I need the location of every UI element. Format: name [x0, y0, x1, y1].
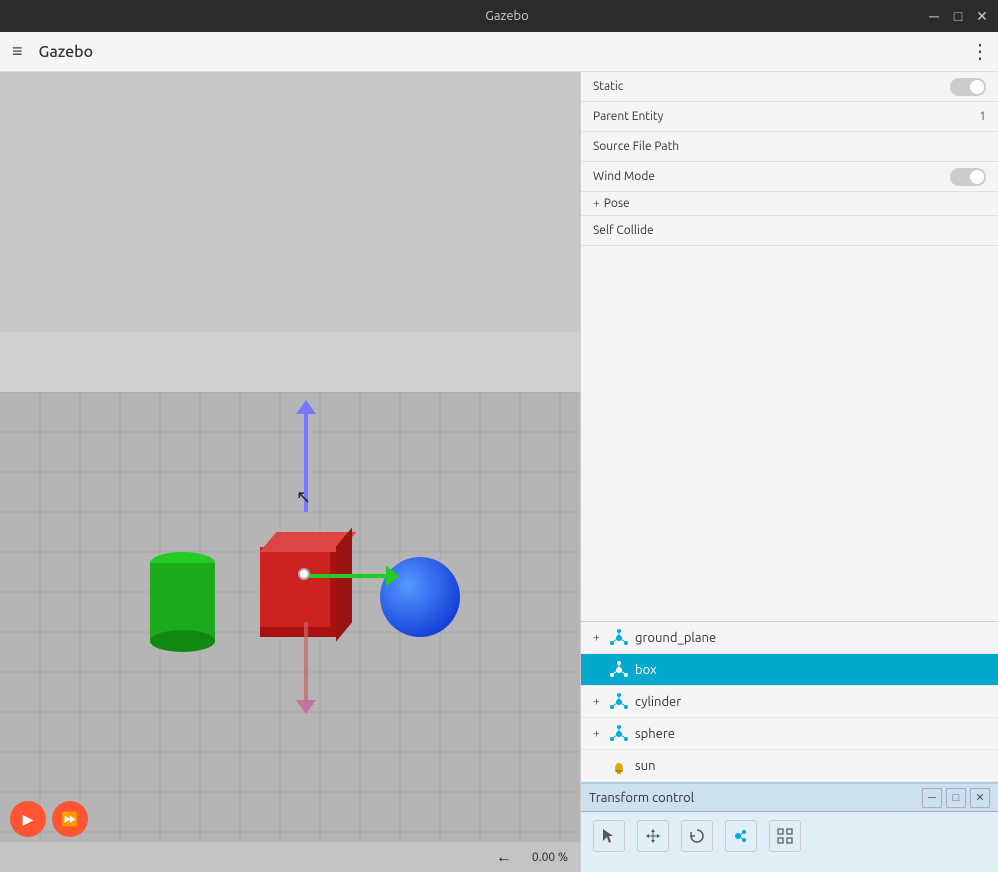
hamburger-button[interactable]: ≡ [8, 37, 27, 66]
transform-close-button[interactable]: ✕ [970, 788, 990, 808]
box-object[interactable] [260, 547, 340, 637]
box-side-face [336, 527, 352, 641]
transform-center [298, 568, 310, 580]
close-button[interactable]: ✕ [974, 8, 990, 24]
step-button[interactable]: ⏩ [52, 801, 88, 837]
entity-label-cylinder: cylinder [635, 695, 681, 709]
prop-static-label: Static [593, 80, 950, 93]
right-panel: Static Parent Entity 1 Source File Path … [580, 72, 998, 872]
entity-item-sun[interactable]: sun [581, 750, 998, 782]
transform-restore-button[interactable]: □ [946, 788, 966, 808]
entity-item-cylinder[interactable]: + cylinder [581, 686, 998, 718]
properties-panel: Static Parent Entity 1 Source File Path … [581, 72, 998, 621]
play-button[interactable]: ▶ [10, 801, 46, 837]
cylinder-bottom [150, 630, 215, 652]
transform-arrow-right [308, 574, 388, 578]
entity-label-sun: sun [635, 759, 656, 773]
prop-pose-label: Pose [604, 197, 986, 210]
zoom-level: 0.00 % [532, 851, 568, 864]
entity-label-sphere: sphere [635, 727, 675, 741]
cursor: ↖ [296, 487, 308, 507]
ground-plane-icon [609, 628, 629, 648]
pose-expand-icon: + [593, 197, 600, 210]
tc-rotate-button[interactable] [681, 820, 713, 852]
prop-self-collide: Self Collide [581, 216, 998, 246]
transform-controls-row [581, 812, 998, 860]
entity-label-box: box [635, 663, 657, 677]
app-title: Gazebo [39, 43, 970, 61]
entity-item-box[interactable]: box [581, 654, 998, 686]
ground-plane-expand-icon: + [593, 631, 605, 644]
box-icon [609, 660, 629, 680]
tc-grid-button[interactable] [769, 820, 801, 852]
prop-static: Static [581, 72, 998, 102]
entity-item-sphere[interactable]: + sphere [581, 718, 998, 750]
nav-arrow: ← [496, 848, 512, 867]
entity-item-ground-plane[interactable]: + ground_plane [581, 622, 998, 654]
cylinder-expand-icon: + [593, 695, 605, 708]
cylinder-icon [609, 692, 629, 712]
viewport[interactable]: ↖ ▶ ⏩ ← 0.00 % [0, 72, 580, 872]
prop-self-collide-label: Self Collide [593, 224, 986, 237]
menubar: ≡ Gazebo ⋮ [0, 32, 998, 72]
sun-icon [609, 756, 629, 776]
prop-parent-entity-label: Parent Entity [593, 110, 979, 123]
transform-panel-title-bar: Transform control ─ □ ✕ [581, 784, 998, 812]
prop-parent-entity: Parent Entity 1 [581, 102, 998, 132]
play-controls: ▶ ⏩ [10, 801, 88, 837]
minimize-button[interactable]: ─ [926, 8, 942, 24]
static-toggle[interactable] [950, 78, 986, 96]
objects-container[interactable]: ↖ [50, 532, 500, 712]
main-layout: ↖ ▶ ⏩ ← 0.00 % Static Parent Entity 1 [0, 72, 998, 872]
transform-panel-title: Transform control [589, 791, 918, 805]
prop-source-file-path: Source File Path [581, 132, 998, 162]
tc-link-button[interactable] [725, 820, 757, 852]
entity-list: + ground_plane [581, 621, 998, 782]
prop-wind-mode: Wind Mode [581, 162, 998, 192]
transform-minimize-button[interactable]: ─ [922, 788, 942, 808]
prop-source-file-path-label: Source File Path [593, 140, 986, 153]
sky-area [0, 72, 580, 332]
sphere-icon [609, 724, 629, 744]
entity-label-ground-plane: ground_plane [635, 631, 716, 645]
tc-translate-button[interactable] [637, 820, 669, 852]
status-bar: ← 0.00 % [0, 842, 580, 872]
transform-panel: Transform control ─ □ ✕ [581, 782, 998, 872]
prop-pose-group[interactable]: + Pose [581, 192, 998, 216]
titlebar: Gazebo ─ □ ✕ [0, 0, 998, 32]
wind-mode-toggle[interactable] [950, 168, 986, 186]
prop-parent-entity-value: 1 [979, 110, 986, 123]
restore-button[interactable]: □ [950, 8, 966, 24]
tc-select-button[interactable] [593, 820, 625, 852]
titlebar-title: Gazebo [88, 9, 926, 23]
prop-wind-mode-label: Wind Mode [593, 170, 950, 183]
transform-arrow-down [304, 622, 308, 702]
sphere-expand-icon: + [593, 727, 605, 740]
more-button[interactable]: ⋮ [970, 39, 990, 64]
cylinder-object[interactable] [150, 552, 215, 652]
